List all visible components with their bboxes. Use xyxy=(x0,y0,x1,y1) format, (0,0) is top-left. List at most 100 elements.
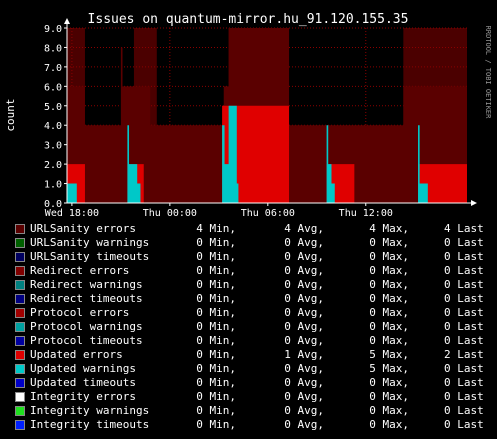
chart: 0.01.02.03.04.05.06.07.08.09.0Wed 18:00 T… xyxy=(0,0,497,222)
legend-row: Integrity timeouts 0 Min, 0 Avg, 0 Max, 0 La… xyxy=(0,418,497,432)
legend-swatch xyxy=(15,336,25,346)
legend-max: 5 Max, xyxy=(369,348,409,361)
legend-avg: 0 Avg, xyxy=(284,292,324,305)
legend-series-name: Updated errors xyxy=(30,348,123,361)
y-tick-label-3: 3.0 xyxy=(44,141,62,152)
legend-last: 0 Last xyxy=(444,362,484,375)
legend-min: 0 Min, xyxy=(196,264,236,277)
legend-last: 0 Last xyxy=(444,334,484,347)
legend-swatch xyxy=(15,238,25,248)
legend-avg: 0 Avg, xyxy=(284,306,324,319)
legend-min: 0 Min, xyxy=(196,376,236,389)
watermark: RRDTOOL / TOBI OETIKER xyxy=(484,26,492,120)
legend-min: 0 Min, xyxy=(196,362,236,375)
legend-series-name: Integrity warnings xyxy=(30,404,150,417)
legend-row: Redirect warnings 0 Min, 0 Avg, 0 Max, 0 Las… xyxy=(0,278,497,292)
legend-last: 0 Last xyxy=(444,376,484,389)
y-tick-label-1: 1.0 xyxy=(44,180,62,191)
legend-avg: 0 Avg, xyxy=(284,278,324,291)
legend-avg: 0 Avg, xyxy=(284,236,324,249)
legend-row: Redirect errors 0 Min, 0 Avg, 0 Max, 0 Last xyxy=(0,264,497,278)
legend-min: 4 Min, xyxy=(196,222,236,235)
legend-max: 5 Max, xyxy=(369,362,409,375)
legend-max: 0 Max, xyxy=(369,264,409,277)
legend-min: 0 Min, xyxy=(196,348,236,361)
legend-series-name: Protocol timeouts xyxy=(30,334,143,347)
legend-series-name: Integrity timeouts xyxy=(30,418,150,431)
legend-row: URLSanity errors 4 Min, 4 Avg, 4 Max, 4 Last xyxy=(0,222,497,236)
legend-row: Integrity warnings 0 Min, 0 Avg, 0 Max, 0 La… xyxy=(0,404,497,418)
legend-series-name: Protocol errors xyxy=(30,306,130,319)
legend-last: 2 Last xyxy=(444,348,484,361)
x-tick-label-1: Thu 00:00 xyxy=(143,208,197,219)
legend-min: 0 Min, xyxy=(196,306,236,319)
legend-min: 0 Min, xyxy=(196,278,236,291)
legend-min: 0 Min, xyxy=(196,236,236,249)
legend-series-name: Updated timeouts xyxy=(30,376,136,389)
legend-swatch xyxy=(15,364,25,374)
y-tick-label-9: 9.0 xyxy=(44,24,62,35)
legend-max: 0 Max, xyxy=(369,390,409,403)
legend-avg: 0 Avg, xyxy=(284,334,324,347)
legend-last: 0 Last xyxy=(444,278,484,291)
legend-max: 0 Max, xyxy=(369,334,409,347)
legend-last: 4 Last xyxy=(444,222,484,235)
x-tick-label-3: Thu 12:00 xyxy=(339,208,393,219)
legend-series-name: URLSanity warnings xyxy=(30,236,150,249)
y-tick-label-7: 7.0 xyxy=(44,63,62,74)
legend-row: Updated warnings 0 Min, 0 Avg, 5 Max, 0 Last xyxy=(0,362,497,376)
legend-max: 0 Max, xyxy=(369,306,409,319)
legend-max: 0 Max, xyxy=(369,418,409,431)
legend-last: 0 Last xyxy=(444,320,484,333)
legend-last: 0 Last xyxy=(444,264,484,277)
legend-avg: 0 Avg, xyxy=(284,418,324,431)
legend-max: 0 Max, xyxy=(369,236,409,249)
legend-avg: 1 Avg, xyxy=(284,348,324,361)
legend-avg: 0 Avg, xyxy=(284,390,324,403)
y-tick-label-5: 5.0 xyxy=(44,102,62,113)
legend-row: Updated timeouts 0 Min, 0 Avg, 0 Max, 0 Last xyxy=(0,376,497,390)
legend-row: URLSanity timeouts 0 Min, 0 Avg, 0 Max, 0 La… xyxy=(0,250,497,264)
legend-max: 0 Max, xyxy=(369,320,409,333)
legend-swatch xyxy=(15,322,25,332)
legend-min: 0 Min, xyxy=(196,250,236,263)
legend-series-name: Updated warnings xyxy=(30,362,136,375)
legend-min: 0 Min, xyxy=(196,390,236,403)
legend-avg: 0 Avg, xyxy=(284,376,324,389)
legend-swatch xyxy=(15,378,25,388)
legend-swatch xyxy=(15,224,25,234)
legend-max: 0 Max, xyxy=(369,250,409,263)
legend-min: 0 Min, xyxy=(196,418,236,431)
legend-series-name: Integrity errors xyxy=(30,390,136,403)
legend-series-name: Protocol warnings xyxy=(30,320,143,333)
legend-swatch xyxy=(15,280,25,290)
legend-avg: 4 Avg, xyxy=(284,222,324,235)
legend-max: 0 Max, xyxy=(369,404,409,417)
legend-row: Redirect timeouts 0 Min, 0 Avg, 0 Max, 0 Las… xyxy=(0,292,497,306)
legend-swatch xyxy=(15,350,25,360)
legend-max: 4 Max, xyxy=(369,222,409,235)
legend-row: URLSanity warnings 0 Min, 0 Avg, 0 Max, 0 La… xyxy=(0,236,497,250)
y-tick-label-8: 8.0 xyxy=(44,43,62,54)
legend-swatch xyxy=(15,406,25,416)
y-tick-label-6: 6.0 xyxy=(44,82,62,93)
legend-swatch xyxy=(15,252,25,262)
y-tick-label-4: 4.0 xyxy=(44,121,62,132)
legend-avg: 0 Avg, xyxy=(284,362,324,375)
chart-title: Issues on quantum-mirror.hu_91.120.155.3… xyxy=(88,12,409,27)
legend-swatch xyxy=(15,294,25,304)
legend-avg: 0 Avg, xyxy=(284,404,324,417)
legend-min: 0 Min, xyxy=(196,334,236,347)
legend-last: 0 Last xyxy=(444,292,484,305)
legend-swatch xyxy=(15,420,25,430)
legend-row: Protocol errors 0 Min, 0 Avg, 0 Max, 0 Last xyxy=(0,306,497,320)
legend-series-name: Redirect warnings xyxy=(30,278,143,291)
legend-row: Protocol timeouts 0 Min, 0 Avg, 0 Max, 0 Las… xyxy=(0,334,497,348)
legend-min: 0 Min, xyxy=(196,404,236,417)
legend-max: 0 Max, xyxy=(369,278,409,291)
legend-last: 0 Last xyxy=(444,250,484,263)
legend-last: 0 Last xyxy=(444,418,484,431)
x-tick-label-2: Thu 06:00 xyxy=(241,208,295,219)
legend-swatch xyxy=(15,308,25,318)
legend-max: 0 Max, xyxy=(369,376,409,389)
